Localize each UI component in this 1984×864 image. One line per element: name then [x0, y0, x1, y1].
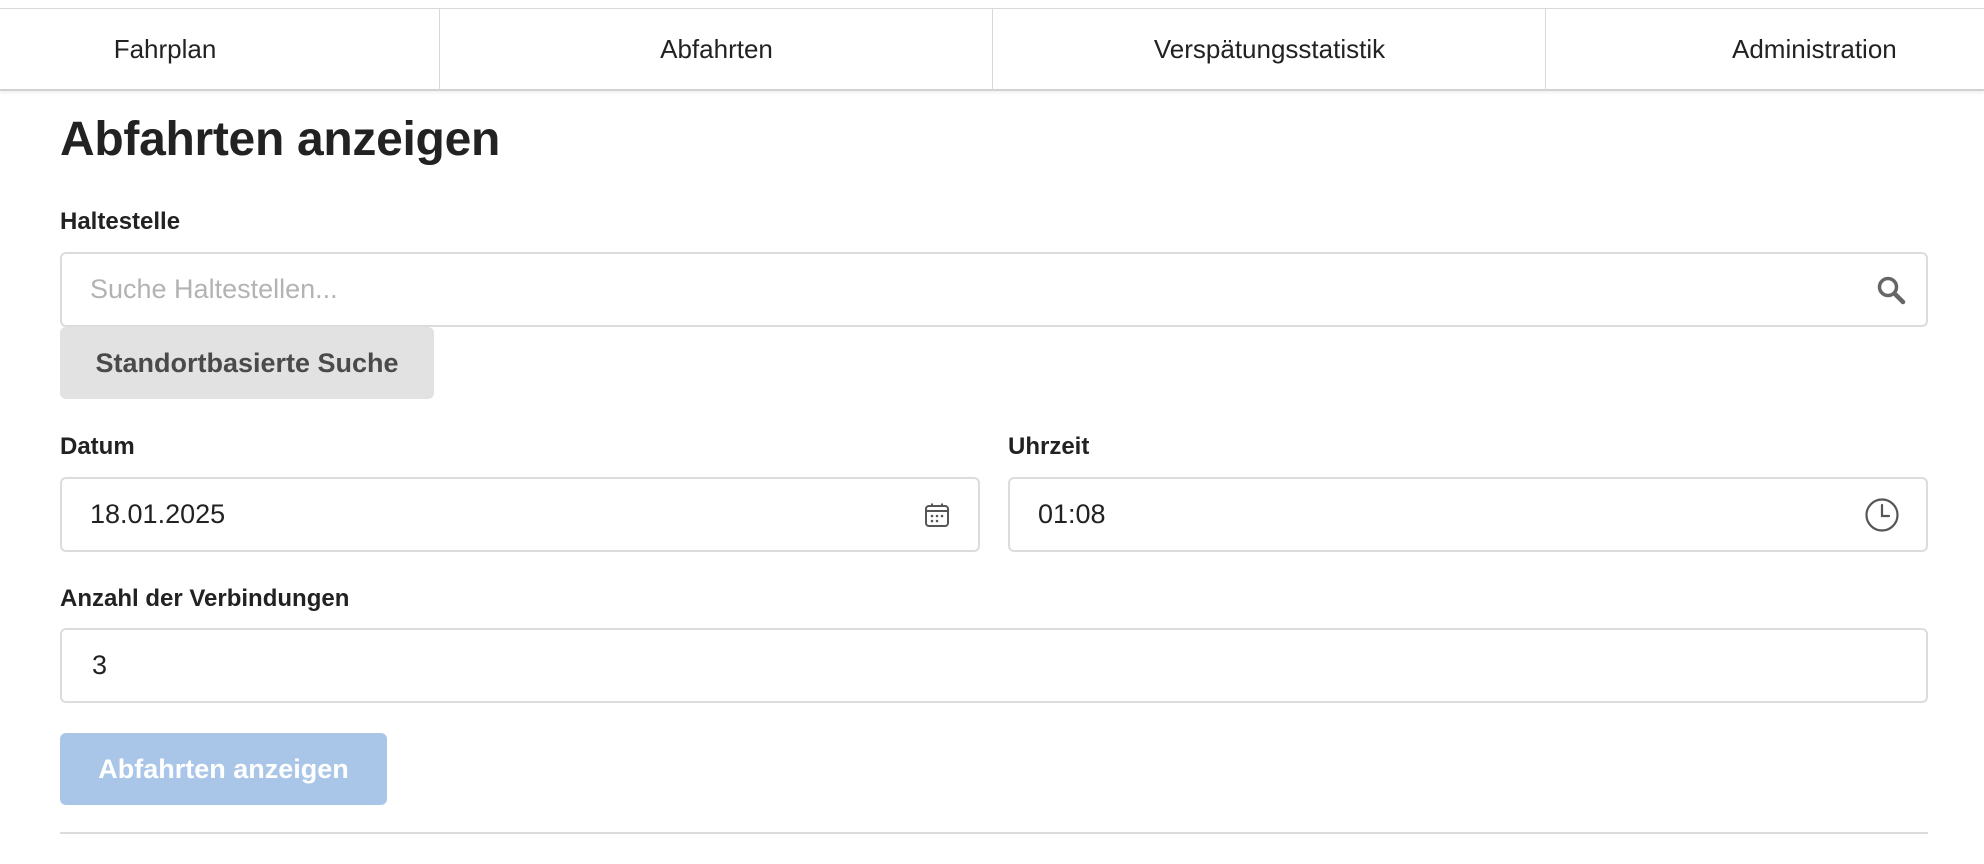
- time-label: Uhrzeit: [1008, 433, 1090, 460]
- tab-fahrplan[interactable]: Fahrplan: [0, 9, 330, 90]
- search-icon[interactable]: [1876, 254, 1906, 325]
- top-navigation: Fahrplan Abfahrten Verspätungsstatistik …: [0, 8, 1984, 91]
- date-label: Datum: [60, 433, 135, 460]
- time-input[interactable]: 01:08: [1008, 477, 1928, 552]
- date-input[interactable]: 18.01.2025: [60, 477, 980, 552]
- page-title: Abfahrten anzeigen: [60, 113, 500, 166]
- connections-label: Anzahl der Verbindungen: [60, 585, 350, 612]
- stop-search-input[interactable]: Suche Haltestellen...: [60, 252, 1928, 327]
- clock-icon[interactable]: [1864, 479, 1900, 550]
- stop-search-placeholder: Suche Haltestellen...: [90, 274, 338, 304]
- connections-value: 3: [92, 650, 108, 680]
- time-value: 01:08: [1038, 499, 1106, 529]
- tab-verspaetungsstatistik[interactable]: Verspätungsstatistik: [993, 9, 1546, 90]
- show-departures-button[interactable]: Abfahrten anzeigen: [60, 733, 387, 805]
- divider: [60, 832, 1928, 834]
- calendar-icon[interactable]: [924, 479, 950, 550]
- tab-abfahrten[interactable]: Abfahrten: [440, 9, 993, 90]
- stop-label: Haltestelle: [60, 208, 181, 235]
- date-value: 18.01.2025: [90, 499, 226, 529]
- location-search-button[interactable]: Standortbasierte Suche: [60, 327, 434, 399]
- tab-administration[interactable]: Administration: [1546, 9, 1984, 90]
- connections-input[interactable]: 3: [60, 628, 1928, 703]
